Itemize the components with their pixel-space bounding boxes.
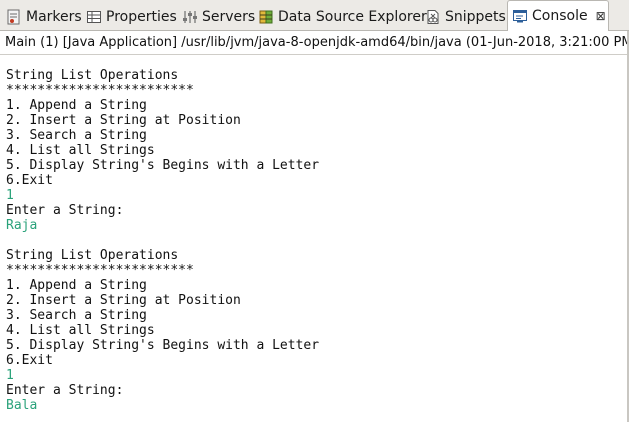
console-user-input-line: 1	[6, 368, 14, 383]
console-text: String List Operations ******************…	[6, 68, 319, 413]
console-output-line: 6.Exit	[6, 353, 53, 368]
console-output-line: 4. List all Strings	[6, 323, 155, 338]
properties-icon	[86, 9, 102, 25]
console-output-line: 1. Append a String	[6, 278, 147, 293]
data-source-explorer-icon	[258, 9, 274, 25]
tab-data-source-explorer[interactable]: Data Source Explorer	[258, 4, 427, 30]
console-user-input-line: Bala	[6, 398, 38, 413]
tab-servers-label: Servers	[202, 9, 256, 25]
tab-data-source-explorer-label: Data Source Explorer	[278, 9, 427, 25]
console-user-input-line: Raja	[6, 218, 38, 233]
console-output-line: ************************	[6, 83, 194, 98]
console-output-line: Enter a String:	[6, 203, 124, 218]
console-output-line: 6.Exit	[6, 173, 53, 188]
view-tab-bar: Markers Properties Servers Data Source E…	[0, 0, 629, 31]
tab-properties-label: Properties	[106, 9, 177, 25]
console-output-line: 2. Insert a String at Position	[6, 113, 241, 128]
snippets-icon	[425, 9, 441, 25]
console-icon	[512, 8, 528, 24]
console-output-line: 5. Display String's Begins with a Letter	[6, 338, 320, 353]
console-output-line: Enter a String:	[6, 383, 124, 398]
tab-markers-label: Markers	[26, 9, 82, 25]
console-output-line: String List Operations	[6, 248, 179, 263]
console-output-line: ************************	[6, 263, 194, 278]
console-output-line: 3. Search a String	[6, 128, 147, 143]
tab-snippets[interactable]: Snippets	[425, 4, 506, 30]
console-output-line: 1. Append a String	[6, 98, 147, 113]
tab-snippets-label: Snippets	[445, 9, 506, 25]
console-output-line: String List Operations	[6, 68, 179, 83]
tab-markers[interactable]: Markers	[6, 4, 82, 30]
console-launch-description: Main (1) [Java Application] /usr/lib/jvm…	[0, 31, 629, 55]
console-user-input-line: 1	[6, 188, 14, 203]
tab-servers[interactable]: Servers	[182, 4, 255, 30]
tab-console[interactable]: Console ⊠	[507, 0, 609, 31]
console-output-line: 4. List all Strings	[6, 143, 155, 158]
console-output-line: 2. Insert a String at Position	[6, 293, 241, 308]
close-icon[interactable]: ⊠	[596, 9, 606, 23]
markers-icon	[6, 9, 22, 25]
servers-icon	[182, 9, 198, 25]
tab-properties[interactable]: Properties	[86, 4, 177, 30]
console-output-area[interactable]: String List Operations ******************…	[0, 55, 629, 422]
console-output-line: 5. Display String's Begins with a Letter	[6, 158, 320, 173]
tab-console-label: Console	[532, 8, 588, 24]
console-output-line: 3. Search a String	[6, 308, 147, 323]
